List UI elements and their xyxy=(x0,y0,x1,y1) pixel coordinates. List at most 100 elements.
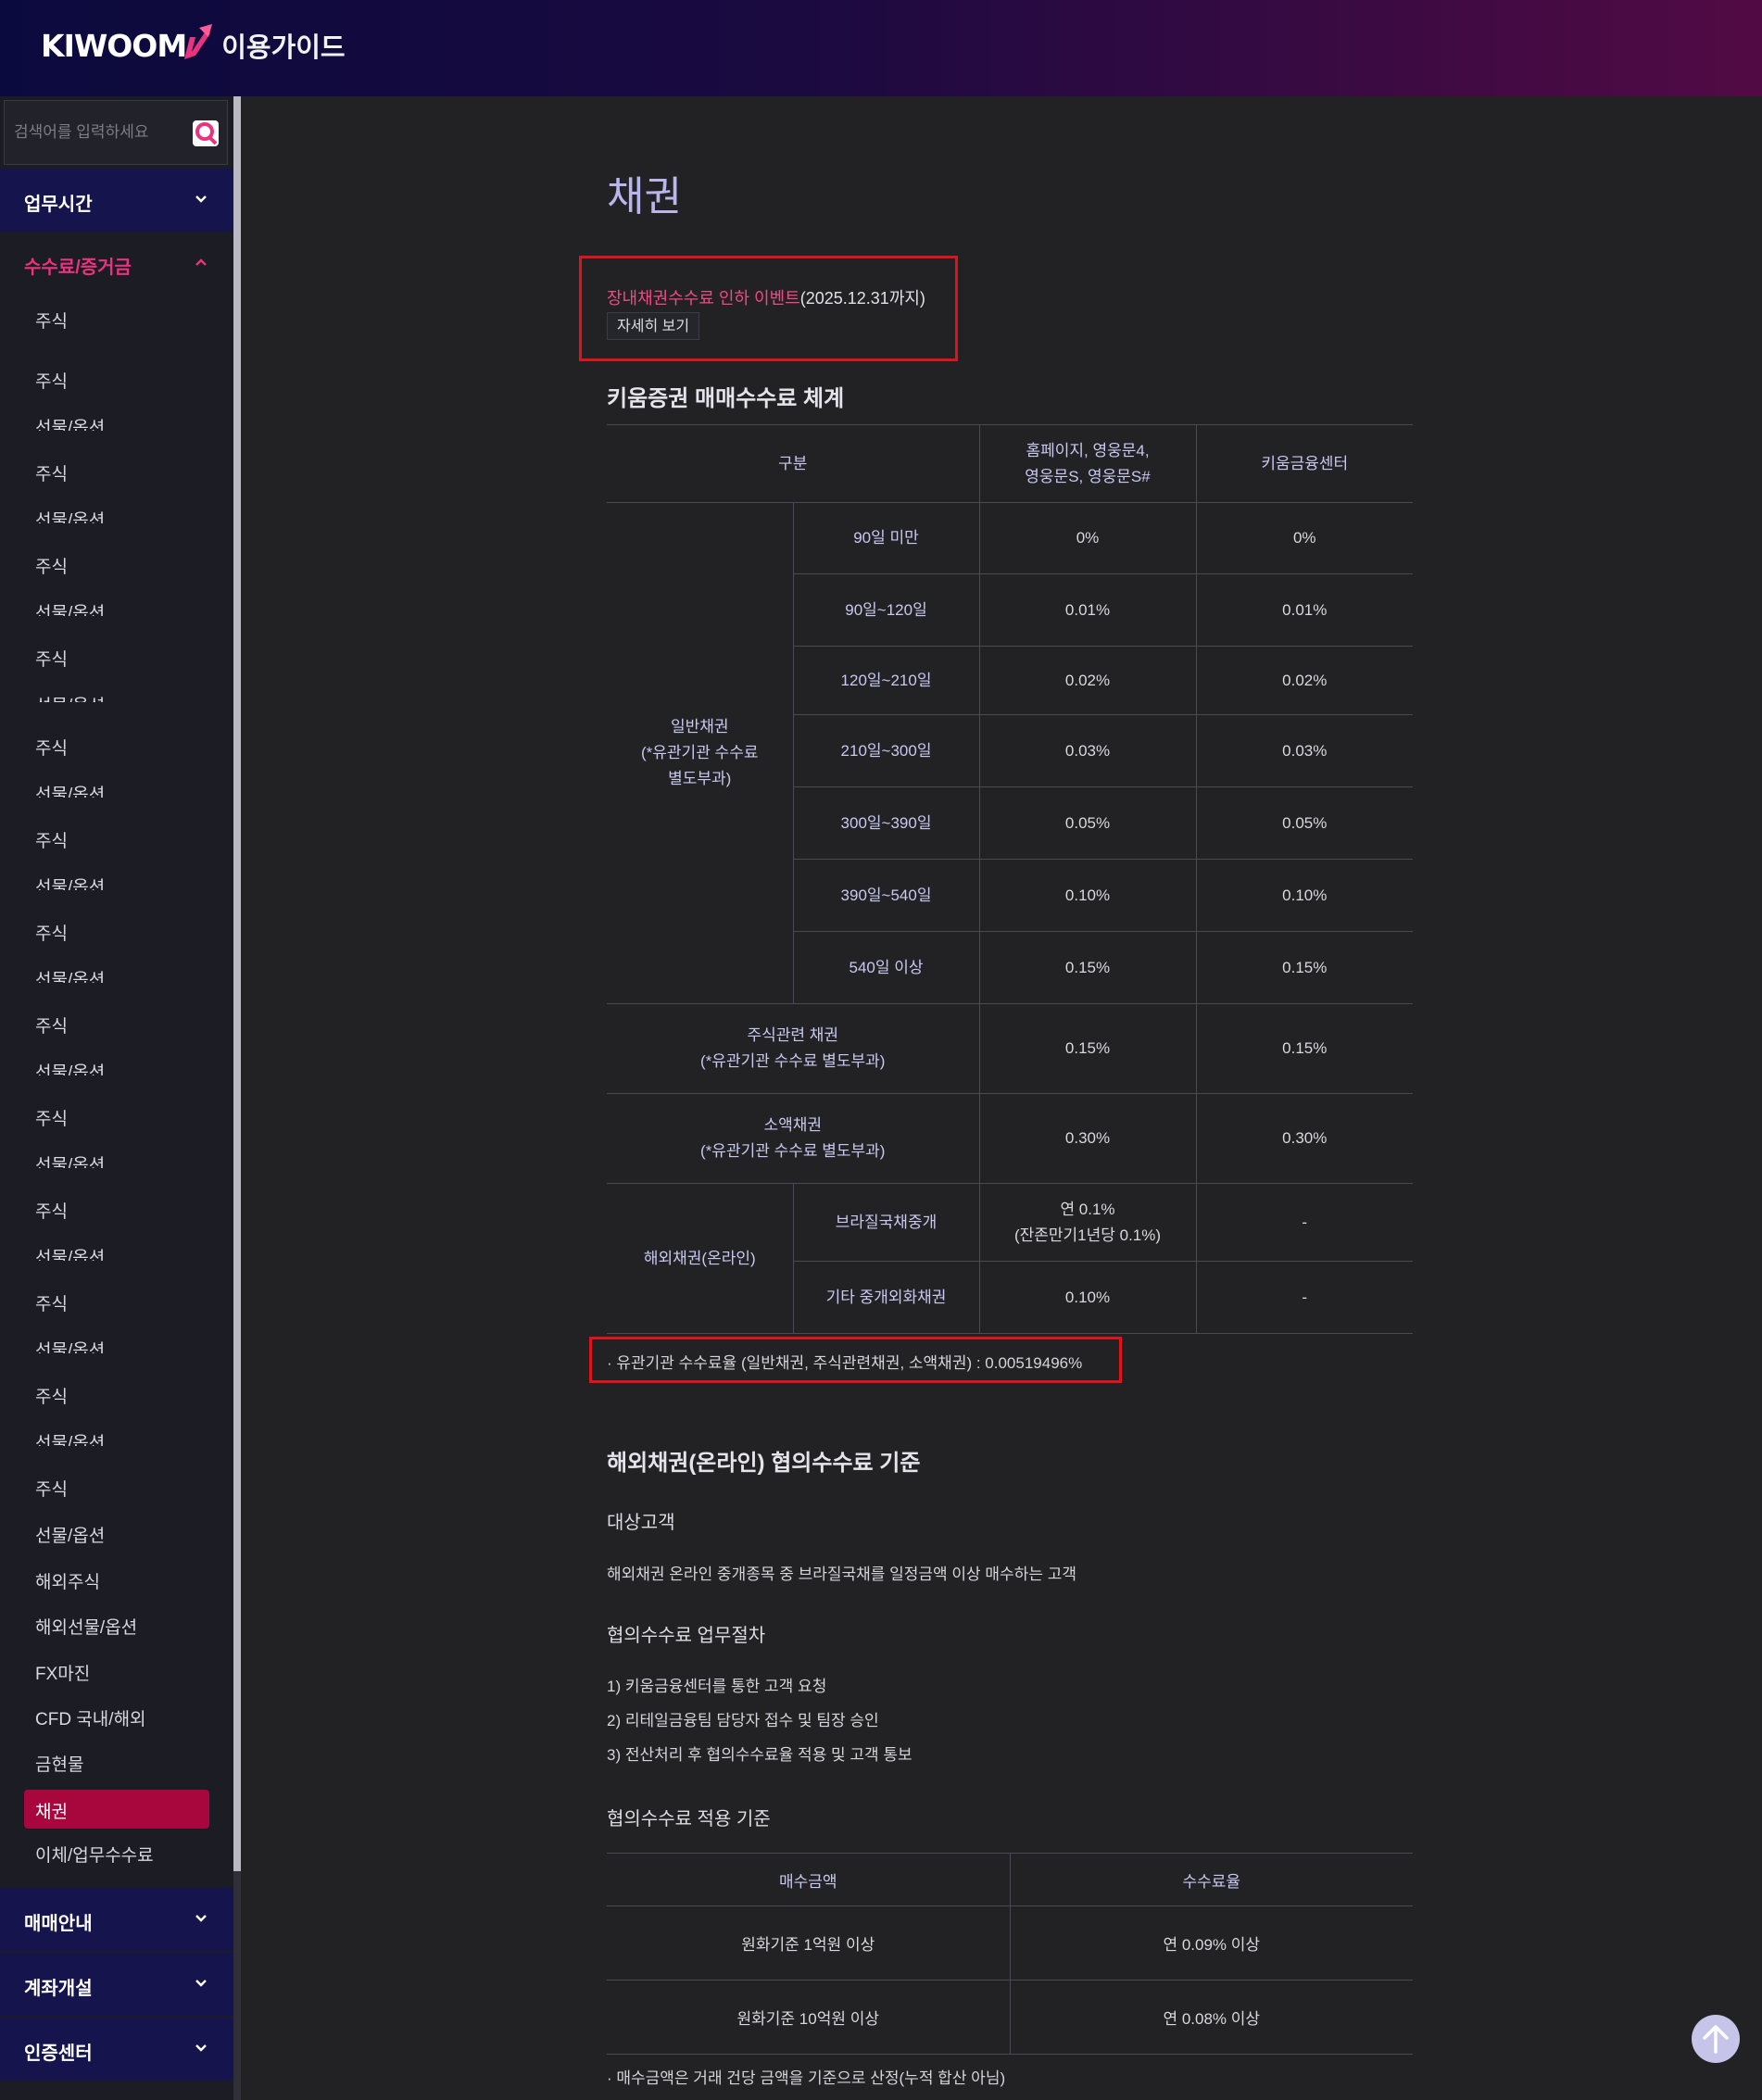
sub-item[interactable]: 해외주식 xyxy=(35,1568,100,1593)
sub-item[interactable]: 주식 xyxy=(35,553,68,578)
rate-cell: 0.15% xyxy=(978,1003,1197,1094)
rate-cell: 연 0.09% 이상 xyxy=(1009,1905,1413,1981)
sub-item[interactable]: 주식 xyxy=(35,1290,68,1315)
menu-account-opening[interactable]: 계좌개설 xyxy=(0,1953,233,2016)
menu-label: 수수료/증거금 xyxy=(24,258,132,278)
event-link[interactable]: 장내채권수수료 인하 이벤트(2025.12.31까지) xyxy=(607,285,925,309)
sub-item[interactable]: 주식 xyxy=(35,1198,68,1223)
rate-cell: 0% xyxy=(1195,502,1413,574)
period-cell: 90일 미만 xyxy=(792,502,980,574)
rate-cell: 0.01% xyxy=(1195,573,1413,647)
sub-item[interactable]: 주식 xyxy=(35,368,68,393)
sub-item[interactable]: 선물/옵션 xyxy=(35,507,105,523)
sub-item[interactable]: 금현물 xyxy=(35,1751,83,1776)
sub-item[interactable]: 선물/옵션 xyxy=(35,1244,105,1261)
sub-item[interactable]: FX마진 xyxy=(35,1660,90,1685)
rate-cell: 0.03% xyxy=(978,714,1197,787)
menu-label: 업무시간 xyxy=(24,195,93,215)
process-step: 3) 전산처리 후 협의수수료율 적용 및 고객 통보 xyxy=(607,1746,912,1764)
rate-cell: 0.05% xyxy=(1195,786,1413,860)
row-label: 주식관련 채권 (*유관기관 수수료 별도부과) xyxy=(607,1003,980,1094)
sub-item[interactable]: 선물/옵션 xyxy=(35,874,105,890)
sub-item[interactable]: 주식 xyxy=(35,460,68,485)
arrow-up-icon xyxy=(1703,2025,1729,2054)
sub-item[interactable]: 선물/옵션 xyxy=(35,1151,105,1168)
sub-item-label: 채권 xyxy=(35,1803,68,1822)
sub-item[interactable]: 주식 xyxy=(35,1476,68,1501)
sub-item[interactable]: 선물/옵션 xyxy=(35,1429,105,1446)
rate-cell: 0.02% xyxy=(978,646,1197,715)
process-step: 2) 리테일금융팀 담당자 접수 및 팀장 승인 xyxy=(607,1712,879,1729)
row-label: 소액채권 (*유관기관 수수료 별도부과) xyxy=(607,1093,980,1184)
target-description: 해외채권 온라인 중개종목 중 브라질국채를 일정금액 이상 매수하는 고객 xyxy=(607,1566,1076,1583)
scroll-top-button[interactable] xyxy=(1692,2015,1740,2063)
sub-item[interactable]: 선물/옵션 xyxy=(35,1059,105,1075)
rate-cell: - xyxy=(1195,1261,1413,1334)
top-header: KIWOOM 이용가이드 xyxy=(0,0,1762,96)
process-step: 1) 키움금융센터를 통한 고객 요청 xyxy=(607,1678,827,1695)
sub-item[interactable]: 선물/옵션 xyxy=(35,781,105,798)
chevron-down-icon xyxy=(195,1915,207,1922)
period-cell: 300일~390일 xyxy=(793,786,980,860)
scrollbar-thumb[interactable] xyxy=(233,96,241,1871)
amount-cell: 원화기준 10억원 이상 xyxy=(607,1980,1011,2055)
sub-item[interactable]: 주식 xyxy=(35,1012,68,1037)
sub-item[interactable]: 선물/옵션 xyxy=(35,1337,105,1353)
rate-cell: 0.15% xyxy=(1195,1003,1413,1094)
logo-wordmark: KIWOOM xyxy=(41,27,187,64)
sub-item[interactable]: 해외선물/옵션 xyxy=(35,1614,137,1639)
rate-cell: 연 0.1% (잔존만기1년당 0.1%) xyxy=(978,1183,1197,1262)
chevron-down-icon xyxy=(195,1980,207,1987)
sub-item[interactable]: 선물/옵션 xyxy=(35,966,105,983)
sub-item[interactable]: 이체/업무수수료 xyxy=(35,1842,154,1867)
sub-item[interactable]: 주식 xyxy=(35,1383,68,1408)
rate-cell: 0% xyxy=(978,502,1197,574)
chevron-down-icon xyxy=(195,2044,207,2052)
event-period: (2025.12.31까지) xyxy=(799,289,925,308)
menu-certification[interactable]: 인증센터 xyxy=(0,2018,233,2081)
view-details-button[interactable]: 자세히 보기 xyxy=(607,312,700,340)
fee-table: 구분 홈페이지, 영웅문4, 영웅문S, 영웅문S# 키움금융센터 일반채권 (… xyxy=(607,424,1413,1334)
sub-item[interactable]: 주식 xyxy=(35,646,68,671)
period-cell: 90일~120일 xyxy=(793,573,980,647)
rate-cell: 0.30% xyxy=(978,1093,1197,1184)
period-cell: 120일~210일 xyxy=(793,646,980,715)
sub-item[interactable]: 주식 xyxy=(35,308,68,333)
chevron-down-icon xyxy=(195,195,207,203)
col-header: 수수료율 xyxy=(1009,1853,1413,1906)
rate-cell: 0.15% xyxy=(1195,931,1413,1004)
col-header: 키움금융센터 xyxy=(1195,424,1413,503)
rate-cell: 0.15% xyxy=(978,931,1197,1004)
rate-cell: - xyxy=(1195,1183,1413,1262)
sub-item[interactable]: 주식 xyxy=(35,735,68,760)
sub-item[interactable]: 선물/옵션 xyxy=(35,692,105,702)
bond-type-cell: 브라질국채중개 xyxy=(792,1183,980,1262)
sub-item-active[interactable]: 채권 xyxy=(24,1790,209,1829)
menu-business-hours[interactable]: 업무시간 xyxy=(0,169,233,232)
menu-trading-guide[interactable]: 매매안내 xyxy=(0,1888,233,1951)
sub-item[interactable]: 주식 xyxy=(35,920,68,945)
period-cell: 210일~300일 xyxy=(793,714,980,787)
bond-type-cell: 기타 중개외화채권 xyxy=(793,1261,980,1334)
logo[interactable]: KIWOOM 이용가이드 xyxy=(41,24,346,65)
sub-item[interactable]: 선물/옵션 xyxy=(35,1522,105,1547)
section-heading: 해외채권(온라인) 협의수수료 기준 xyxy=(607,1451,921,1476)
sub-item[interactable]: 주식 xyxy=(35,827,68,852)
search-icon[interactable] xyxy=(192,119,220,147)
sidebar-scrollbar[interactable] xyxy=(233,96,241,2100)
event-link-text[interactable]: 장내채권수수료 인하 이벤트 xyxy=(607,289,800,308)
row-group-label: 해외채권(온라인) xyxy=(607,1183,794,1334)
period-cell: 540일 이상 xyxy=(793,931,980,1004)
search-input[interactable] xyxy=(12,118,192,147)
amount-cell: 원화기준 1억원 이상 xyxy=(607,1905,1011,1981)
sub-item[interactable]: 주식 xyxy=(35,1105,68,1130)
rate-cell: 0.10% xyxy=(978,1261,1197,1334)
sidebar: 업무시간 수수료/증거금 주식 주식 선물/옵션 주식 선물/옵션 주식 선물/… xyxy=(0,96,233,2100)
criteria-table: 매수금액 수수료율 원화기준 1억원 이상 연 0.09% 이상 원화기준 10… xyxy=(607,1853,1413,2055)
sub-item[interactable]: CFD 국내/해외 xyxy=(35,1705,146,1730)
criteria-note: · 매수금액은 거래 건당 금액을 기준으로 산정(누적 합산 아님) xyxy=(607,2069,1006,2087)
sub-item[interactable]: 선물/옵션 xyxy=(35,414,105,431)
sub-item[interactable]: 선물/옵션 xyxy=(35,599,105,616)
chevron-up-icon xyxy=(195,258,207,266)
menu-fees-margin[interactable]: 수수료/증거금 xyxy=(0,232,233,295)
